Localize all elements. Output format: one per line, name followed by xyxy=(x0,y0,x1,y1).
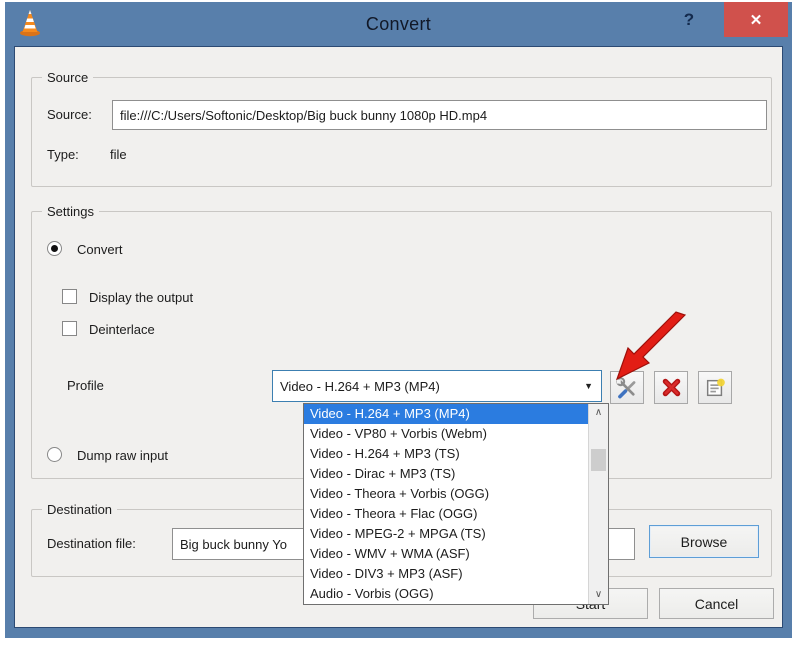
profile-combobox[interactable]: Video - H.264 + MP3 (MP4) ▼ xyxy=(272,370,602,402)
type-value: file xyxy=(110,147,127,162)
profile-dropdown-option[interactable]: Video - H.264 + MP3 (TS) xyxy=(304,444,588,464)
profile-label: Profile xyxy=(67,378,104,393)
profile-dropdown-option[interactable]: Video - Dirac + MP3 (TS) xyxy=(304,464,588,484)
dropdown-scrollbar[interactable]: ∧ ∨ xyxy=(588,404,608,604)
display-output-label[interactable]: Display the output xyxy=(89,290,193,305)
delete-red-x-icon xyxy=(661,377,682,398)
profile-dropdown-option[interactable]: Video - WMV + WMA (ASF) xyxy=(304,544,588,564)
profile-dropdown-option[interactable]: Video - Theora + Flac (OGG) xyxy=(304,504,588,524)
deinterlace-label[interactable]: Deinterlace xyxy=(89,322,155,337)
scroll-up-icon[interactable]: ∧ xyxy=(589,404,608,422)
chevron-down-icon: ▼ xyxy=(584,381,593,391)
destination-file-label: Destination file: xyxy=(47,536,136,551)
dialog-content: Source Source: file:///C:/Users/Softonic… xyxy=(14,46,783,628)
profile-dropdown-list: Video - H.264 + MP3 (MP4) Video - VP80 +… xyxy=(303,403,609,605)
edit-profile-button[interactable] xyxy=(610,371,644,404)
scrollbar-thumb[interactable] xyxy=(591,449,606,471)
new-profile-button[interactable] xyxy=(698,371,732,404)
wrench-tools-icon xyxy=(616,377,638,399)
dump-raw-input-label[interactable]: Dump raw input xyxy=(77,448,168,463)
delete-profile-button[interactable] xyxy=(654,371,688,404)
close-icon: ✕ xyxy=(750,11,763,29)
source-input[interactable]: file:///C:/Users/Softonic/Desktop/Big bu… xyxy=(112,100,767,130)
close-button[interactable]: ✕ xyxy=(724,2,788,37)
window-title: Convert xyxy=(5,14,792,35)
source-group: Source Source: file:///C:/Users/Softonic… xyxy=(31,77,772,187)
profile-dropdown-option[interactable]: Video - Theora + Vorbis (OGG) xyxy=(304,484,588,504)
profile-dropdown-option[interactable]: Video - DIV3 + MP3 (ASF) xyxy=(304,564,588,584)
profile-dropdown-option[interactable]: Audio - Vorbis (OGG) xyxy=(304,584,588,604)
profile-dropdown-items: Video - H.264 + MP3 (MP4) Video - VP80 +… xyxy=(304,404,588,604)
titlebar[interactable]: Convert ? ✕ xyxy=(5,2,792,46)
display-output-checkbox[interactable] xyxy=(62,289,77,304)
scroll-down-icon[interactable]: ∨ xyxy=(589,586,608,604)
dump-raw-input-radio[interactable] xyxy=(47,447,62,462)
profile-combobox-value: Video - H.264 + MP3 (MP4) xyxy=(280,379,440,394)
source-group-legend: Source xyxy=(42,70,93,85)
settings-group-legend: Settings xyxy=(42,204,99,219)
source-label: Source: xyxy=(47,107,92,122)
convert-radio-label[interactable]: Convert xyxy=(77,242,123,257)
help-button[interactable]: ? xyxy=(678,10,700,34)
profile-dropdown-option[interactable]: Video - H.264 + MP3 (MP4) xyxy=(304,404,588,424)
convert-radio[interactable] xyxy=(47,241,62,256)
convert-dialog: Convert ? ✕ Source Source: file:///C:/Us… xyxy=(5,2,792,638)
deinterlace-checkbox[interactable] xyxy=(62,321,77,336)
profile-dropdown-option[interactable]: Video - MPEG-2 + MPGA (TS) xyxy=(304,524,588,544)
type-label: Type: xyxy=(47,147,79,162)
new-profile-icon xyxy=(704,377,726,399)
profile-dropdown-option[interactable]: Video - VP80 + Vorbis (Webm) xyxy=(304,424,588,444)
browse-button[interactable]: Browse xyxy=(649,525,759,558)
destination-group-legend: Destination xyxy=(42,502,117,517)
cancel-button[interactable]: Cancel xyxy=(659,588,774,619)
